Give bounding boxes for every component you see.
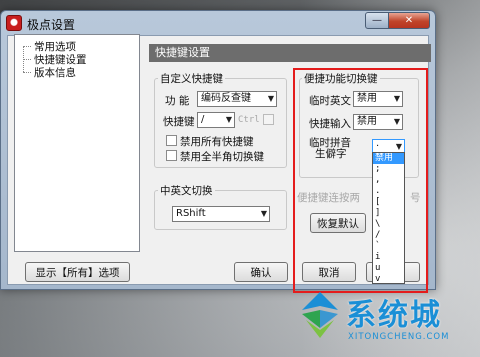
function-select-value: 编码反查键 — [201, 93, 251, 104]
minimize-button[interactable]: — — [365, 12, 389, 29]
chevron-down-icon: ▼ — [225, 115, 232, 124]
highlight-box — [293, 68, 428, 293]
disable-fullhalf-checkbox[interactable] — [166, 150, 177, 161]
show-all-options-button[interactable]: 显示【所有】选项 — [25, 262, 130, 282]
tree-tick-icon — [23, 72, 31, 73]
panel-title: 快捷键设置 — [149, 44, 431, 62]
watermark-subtext: XITONGCHENG.COM — [348, 332, 450, 342]
tree-tick-icon — [23, 46, 31, 47]
watermark-logo-icon — [302, 292, 338, 338]
app-logo-icon — [6, 15, 22, 31]
shortcut-key-label: 快捷键 — [163, 116, 195, 128]
tree-item-version[interactable]: 版本信息 — [19, 65, 76, 80]
function-label: 功 能 — [165, 95, 190, 107]
disable-all-label: 禁用所有快捷键 — [180, 136, 254, 148]
tree-item-label: 版本信息 — [34, 67, 76, 79]
function-select[interactable]: 编码反查键 ▼ — [197, 91, 277, 107]
disable-fullhalf-label: 禁用全半角切换键 — [180, 151, 264, 163]
window-controls: — ✕ — [365, 12, 430, 29]
ctrl-checkbox[interactable] — [263, 114, 274, 125]
watermark: 系统城 XITONGCHENG.COM — [298, 288, 478, 348]
chevron-down-icon: ▼ — [267, 94, 274, 103]
ctrl-label: Ctrl — [238, 115, 260, 125]
settings-tree: 常用选项 快捷键设置 版本信息 — [14, 34, 140, 252]
cn-en-switch-select[interactable]: RShift ▼ — [172, 206, 270, 222]
tree-tick-icon — [23, 59, 31, 60]
window-title: 极点设置 — [27, 18, 76, 32]
close-button[interactable]: ✕ — [388, 12, 430, 29]
disable-all-checkbox[interactable] — [166, 135, 177, 146]
shortcut-key-value: / — [201, 114, 205, 125]
cn-en-switch-title: 中英文切换 — [158, 183, 215, 198]
title-bar[interactable]: 极点设置 — ✕ — [1, 11, 435, 35]
cn-en-switch-value: RShift — [176, 208, 206, 219]
shortcut-key-select[interactable]: / ▼ — [197, 112, 235, 128]
ok-button[interactable]: 确认 — [234, 262, 288, 282]
watermark-text: 系统城 — [346, 298, 442, 333]
chevron-down-icon: ▼ — [260, 209, 267, 218]
custom-shortcut-title: 自定义快捷键 — [158, 71, 225, 86]
